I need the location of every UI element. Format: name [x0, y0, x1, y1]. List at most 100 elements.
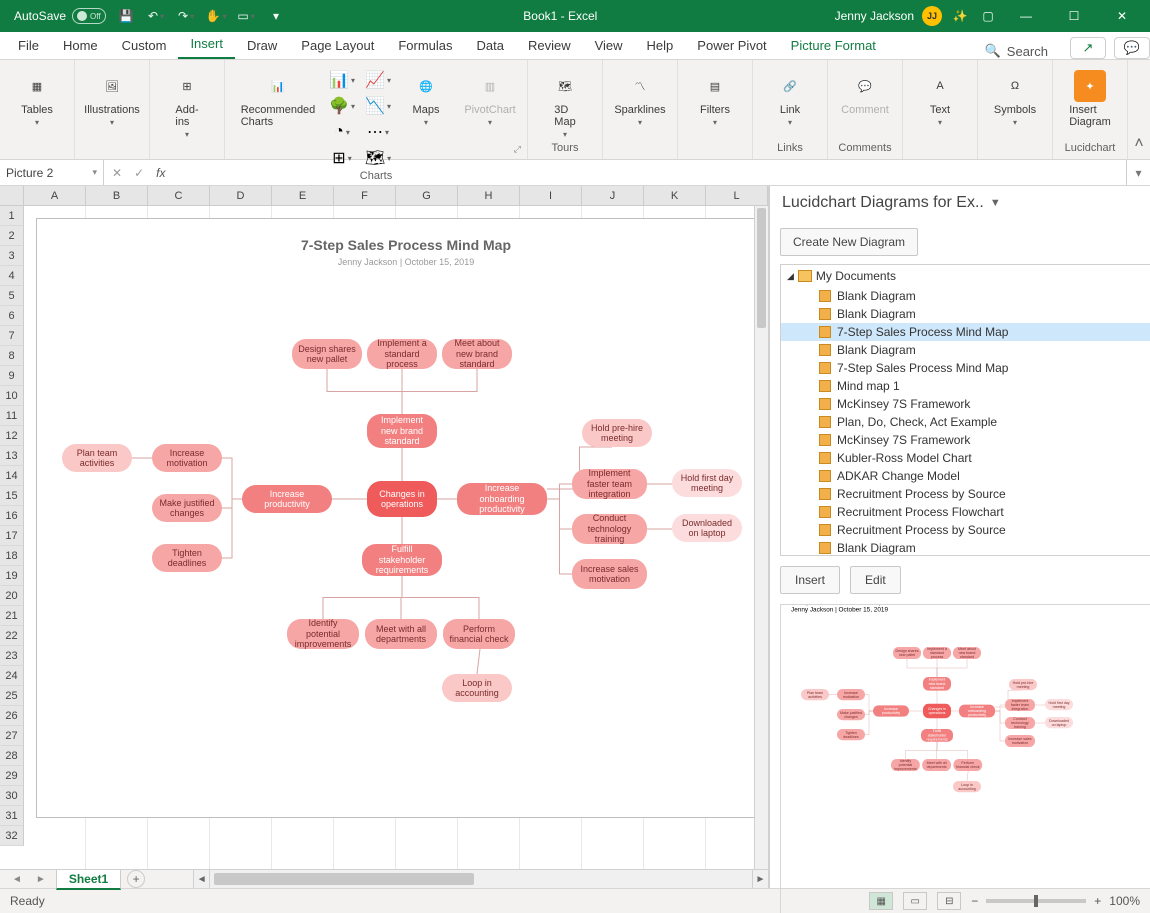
- tree-item[interactable]: Recruitment Process by Source: [781, 485, 1150, 503]
- undo-icon[interactable]: ↶: [146, 6, 166, 26]
- tab-draw[interactable]: Draw: [235, 33, 289, 59]
- row-header[interactable]: 24: [0, 666, 24, 686]
- tab-home[interactable]: Home: [51, 33, 110, 59]
- combo-chart-icon[interactable]: ⊞: [329, 148, 355, 168]
- expand-formula-bar[interactable]: ▾: [1126, 160, 1150, 185]
- column-header[interactable]: J: [582, 186, 644, 206]
- maximize-button[interactable]: ☐: [1054, 2, 1094, 30]
- tree-item[interactable]: Blank Diagram: [781, 305, 1150, 323]
- tree-item[interactable]: Blank Diagram: [781, 341, 1150, 359]
- row-header[interactable]: 11: [0, 406, 24, 426]
- row-header[interactable]: 2: [0, 226, 24, 246]
- inserted-diagram[interactable]: 7-Step Sales Process Mind MapJenny Jacks…: [36, 218, 768, 818]
- column-header[interactable]: L: [706, 186, 768, 206]
- row-header[interactable]: 14: [0, 466, 24, 486]
- column-header[interactable]: A: [24, 186, 86, 206]
- row-header[interactable]: 21: [0, 606, 24, 626]
- column-chart-icon[interactable]: 📊: [329, 70, 355, 90]
- column-header[interactable]: D: [210, 186, 272, 206]
- row-header[interactable]: 9: [0, 366, 24, 386]
- row-header[interactable]: 12: [0, 426, 24, 446]
- collapse-ribbon-button[interactable]: ˄: [1128, 60, 1150, 159]
- row-header[interactable]: 23: [0, 646, 24, 666]
- map-chart-icon[interactable]: 🗺: [365, 148, 391, 168]
- user-avatar[interactable]: JJ: [922, 6, 942, 26]
- tab-picture-format[interactable]: Picture Format: [779, 33, 888, 59]
- tree-item[interactable]: Kubler-Ross Model Chart: [781, 449, 1150, 467]
- row-header[interactable]: 8: [0, 346, 24, 366]
- ribbon-display-icon[interactable]: ▢: [978, 6, 998, 26]
- tree-item[interactable]: 7-Step Sales Process Mind Map: [781, 323, 1150, 341]
- tables-button[interactable]: ▦Tables▾: [8, 66, 66, 127]
- column-header[interactable]: I: [520, 186, 582, 206]
- close-button[interactable]: ✕: [1102, 2, 1142, 30]
- 3d-map-button[interactable]: 🗺3D Map▾: [536, 66, 594, 139]
- tab-formulas[interactable]: Formulas: [386, 33, 464, 59]
- tab-insert[interactable]: Insert: [178, 31, 235, 59]
- row-header[interactable]: 7: [0, 326, 24, 346]
- column-header[interactable]: F: [334, 186, 396, 206]
- recommended-charts-button[interactable]: 📊Recommended Charts: [233, 66, 323, 128]
- row-header[interactable]: 17: [0, 526, 24, 546]
- share-button[interactable]: ↗: [1070, 37, 1106, 59]
- sparklines-button[interactable]: 〽Sparklines▾: [611, 66, 669, 127]
- row-header[interactable]: 31: [0, 806, 24, 826]
- enter-formula-icon[interactable]: ✓: [134, 166, 144, 180]
- row-header[interactable]: 30: [0, 786, 24, 806]
- autosave-toggle[interactable]: Off: [72, 8, 106, 24]
- tab-view[interactable]: View: [583, 33, 635, 59]
- tree-item[interactable]: Blank Diagram: [781, 539, 1150, 556]
- tab-power-pivot[interactable]: Power Pivot: [685, 33, 778, 59]
- row-header[interactable]: 19: [0, 566, 24, 586]
- column-header[interactable]: E: [272, 186, 334, 206]
- column-header[interactable]: C: [148, 186, 210, 206]
- row-header[interactable]: 4: [0, 266, 24, 286]
- fx-icon[interactable]: fx: [156, 166, 165, 180]
- tree-item[interactable]: Recruitment Process Flowchart: [781, 503, 1150, 521]
- line-chart-icon[interactable]: 📈: [365, 70, 391, 90]
- search-box[interactable]: 🔍 Search: [985, 43, 1062, 59]
- save-icon[interactable]: 💾: [116, 6, 136, 26]
- tab-review[interactable]: Review: [516, 33, 583, 59]
- row-header[interactable]: 13: [0, 446, 24, 466]
- row-header[interactable]: 3: [0, 246, 24, 266]
- tab-data[interactable]: Data: [465, 33, 516, 59]
- panel-edit-button[interactable]: Edit: [850, 566, 901, 594]
- row-header[interactable]: 15: [0, 486, 24, 506]
- tab-help[interactable]: Help: [635, 33, 686, 59]
- row-header[interactable]: 6: [0, 306, 24, 326]
- minimize-button[interactable]: —: [1006, 2, 1046, 30]
- row-header[interactable]: 26: [0, 706, 24, 726]
- tab-page-layout[interactable]: Page Layout: [289, 33, 386, 59]
- row-header[interactable]: 32: [0, 826, 24, 846]
- row-header[interactable]: 28: [0, 746, 24, 766]
- autosave-control[interactable]: AutoSave Off: [14, 8, 106, 24]
- document-tree[interactable]: ◢My Documents Blank DiagramBlank Diagram…: [780, 264, 1150, 556]
- zoom-slider[interactable]: [986, 899, 1086, 903]
- tree-item[interactable]: 7-Step Sales Process Mind Map: [781, 359, 1150, 377]
- row-header[interactable]: 18: [0, 546, 24, 566]
- text-button[interactable]: AText▾: [911, 66, 969, 127]
- column-header[interactable]: K: [644, 186, 706, 206]
- illustrations-button[interactable]: 🖼Illustrations▾: [83, 66, 141, 127]
- tree-item[interactable]: Recruitment Process by Source: [781, 521, 1150, 539]
- pie-chart-icon[interactable]: ◔: [329, 122, 355, 142]
- panel-menu-icon[interactable]: ▼: [990, 197, 1001, 209]
- row-header[interactable]: 22: [0, 626, 24, 646]
- column-header[interactable]: H: [458, 186, 520, 206]
- column-header[interactable]: G: [396, 186, 458, 206]
- charts-dialog-launcher[interactable]: ⤢: [514, 144, 521, 155]
- scatter-chart-icon[interactable]: ⋯: [365, 122, 391, 142]
- tree-item[interactable]: Mind map 1: [781, 377, 1150, 395]
- new-sheet-button[interactable]: +: [127, 870, 145, 888]
- row-header[interactable]: 10: [0, 386, 24, 406]
- select-all-button[interactable]: [0, 186, 24, 206]
- sheet-tab[interactable]: Sheet1: [56, 869, 121, 890]
- row-header[interactable]: 27: [0, 726, 24, 746]
- tree-item[interactable]: McKinsey 7S Framework: [781, 395, 1150, 413]
- create-new-diagram-button[interactable]: Create New Diagram: [780, 228, 918, 256]
- statistic-chart-icon[interactable]: 📉: [365, 96, 391, 116]
- tree-item[interactable]: McKinsey 7S Framework: [781, 431, 1150, 449]
- qat-customize-icon[interactable]: ▾: [266, 6, 286, 26]
- row-header[interactable]: 29: [0, 766, 24, 786]
